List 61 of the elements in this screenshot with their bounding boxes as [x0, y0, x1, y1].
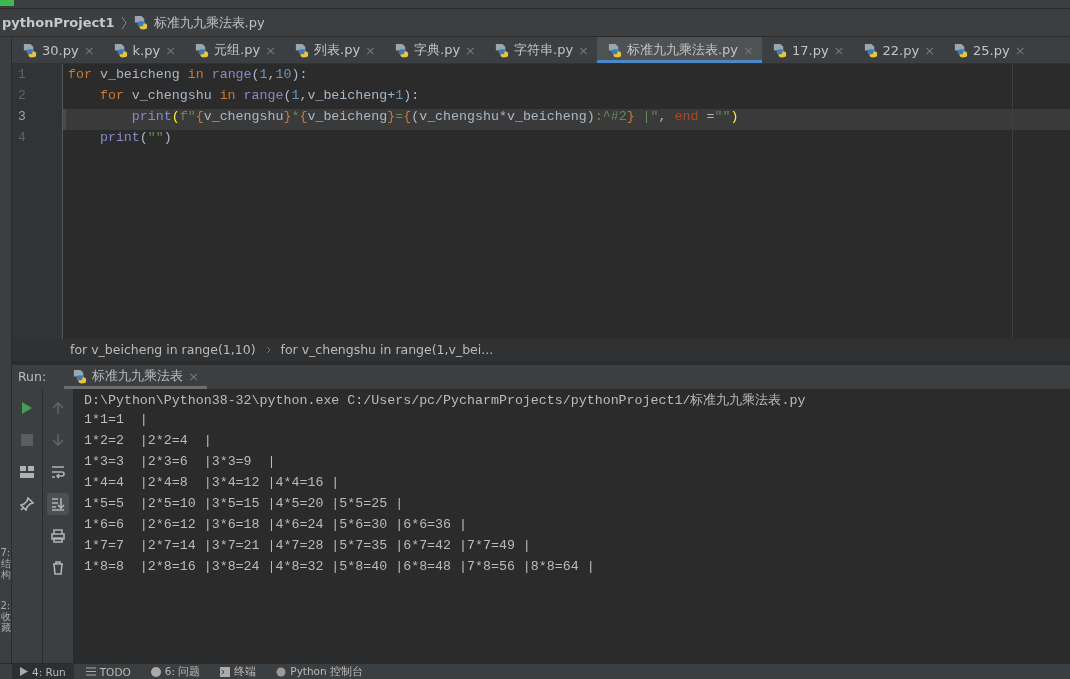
tool-window-tab[interactable]: 终端: [212, 664, 265, 679]
play-icon: [21, 400, 33, 415]
file-tab[interactable]: 列表.py ×: [284, 37, 384, 63]
file-tab[interactable]: 字符串.py ×: [484, 37, 597, 63]
python-file-icon: [294, 42, 310, 58]
file-tab[interactable]: k.py ×: [102, 37, 185, 63]
file-tab[interactable]: 字典.py ×: [384, 37, 484, 63]
python-file-icon: [607, 42, 622, 58]
chevron-icon: [265, 344, 271, 355]
list-icon: [85, 667, 96, 676]
scroll-end-icon: [51, 496, 65, 511]
status-mark: [0, 0, 14, 6]
console-line: 1*1=1 |: [84, 411, 149, 429]
console-line: 1*3=3 |2*3=6 |3*3=9 |: [84, 453, 277, 471]
tool-window-tab[interactable]: Python 控制台: [268, 664, 372, 679]
file-tab[interactable]: 元组.py ×: [184, 37, 285, 63]
console-line: 1*4=4 |2*4=8 |3*4=12 |4*4=16 |: [84, 474, 341, 492]
python-file-icon: [771, 42, 787, 58]
chevron-icon: [120, 15, 127, 30]
python-file-icon: [72, 369, 88, 384]
file-tab[interactable]: 25.py ×: [943, 37, 1034, 63]
file-tab[interactable]: 30.py ×: [12, 37, 103, 63]
file-tab[interactable]: 17.py ×: [761, 37, 853, 63]
console-line: 1*6=6 |2*6=12 |3*6=18 |4*6=24 |5*6=30 |6*6=36 |: [84, 516, 468, 534]
play-icon: [20, 667, 28, 676]
python-file-icon: [194, 42, 210, 58]
tool-window-tab[interactable]: 4: Run: [12, 664, 74, 679]
python-file-icon: [494, 42, 509, 58]
tool-window-tab[interactable]: 6: 问题: [142, 664, 209, 679]
python-file-icon: [112, 42, 128, 58]
trash-icon: [51, 560, 65, 575]
console-line: D:\Python\Python38-32\python.exe C:/Users/pc/PycharmProjects/pythonProject1/标准九九乘法表.py: [84, 391, 807, 410]
scroll-end-button[interactable]: [47, 492, 69, 515]
console-line: 1*2=2 |2*2=4 |: [84, 432, 213, 450]
python-file-icon: [953, 42, 969, 58]
stop-icon: [21, 433, 33, 446]
code-crumb[interactable]: for v_beicheng in range(1,10): [70, 342, 256, 357]
pin-icon: [20, 496, 34, 511]
side-tool-label[interactable]: 2: 收藏: [0, 600, 11, 633]
python-file-icon: [862, 42, 878, 58]
console-line: 1*8=8 |2*8=16 |3*8=24 |4*8=32 |5*8=40 |6*8=48 |7*8=56 |8*8=64 |: [84, 558, 596, 576]
run-label: Run:: [18, 369, 47, 384]
tool-window-tab[interactable]: TODO: [77, 664, 139, 679]
project-crumb[interactable]: pythonProject1: [2, 15, 115, 30]
run-tab[interactable]: 标准九九乘法表 ×: [64, 364, 208, 389]
layout-icon: [20, 465, 34, 478]
python-file-icon: [394, 42, 409, 58]
python-file-icon: [132, 15, 148, 30]
file-crumb[interactable]: 标准九九乘法表.py: [153, 13, 265, 32]
console-line: 1*5=5 |2*5=10 |3*5=15 |4*5=20 |5*5=25 |: [84, 495, 405, 513]
python-file-icon: [22, 42, 37, 58]
side-tool-label[interactable]: 7: 结构: [0, 547, 11, 580]
arrow-up-icon: [51, 400, 65, 415]
arrow-down-icon: [51, 432, 65, 447]
console-line: 1*7=7 |2*7=14 |3*7=21 |4*7=28 |5*7=35 |6*7=42 |7*7=49 |: [84, 537, 532, 555]
file-tab[interactable]: 标准九九乘法表.py ×: [597, 37, 762, 63]
printer-icon: [51, 528, 65, 543]
code-crumb[interactable]: for v_chengshu in range(1,v_bei...: [280, 342, 494, 357]
file-tab[interactable]: 22.py ×: [852, 37, 944, 63]
line-number: 3: [17, 109, 27, 126]
wrap-icon: [51, 464, 65, 479]
